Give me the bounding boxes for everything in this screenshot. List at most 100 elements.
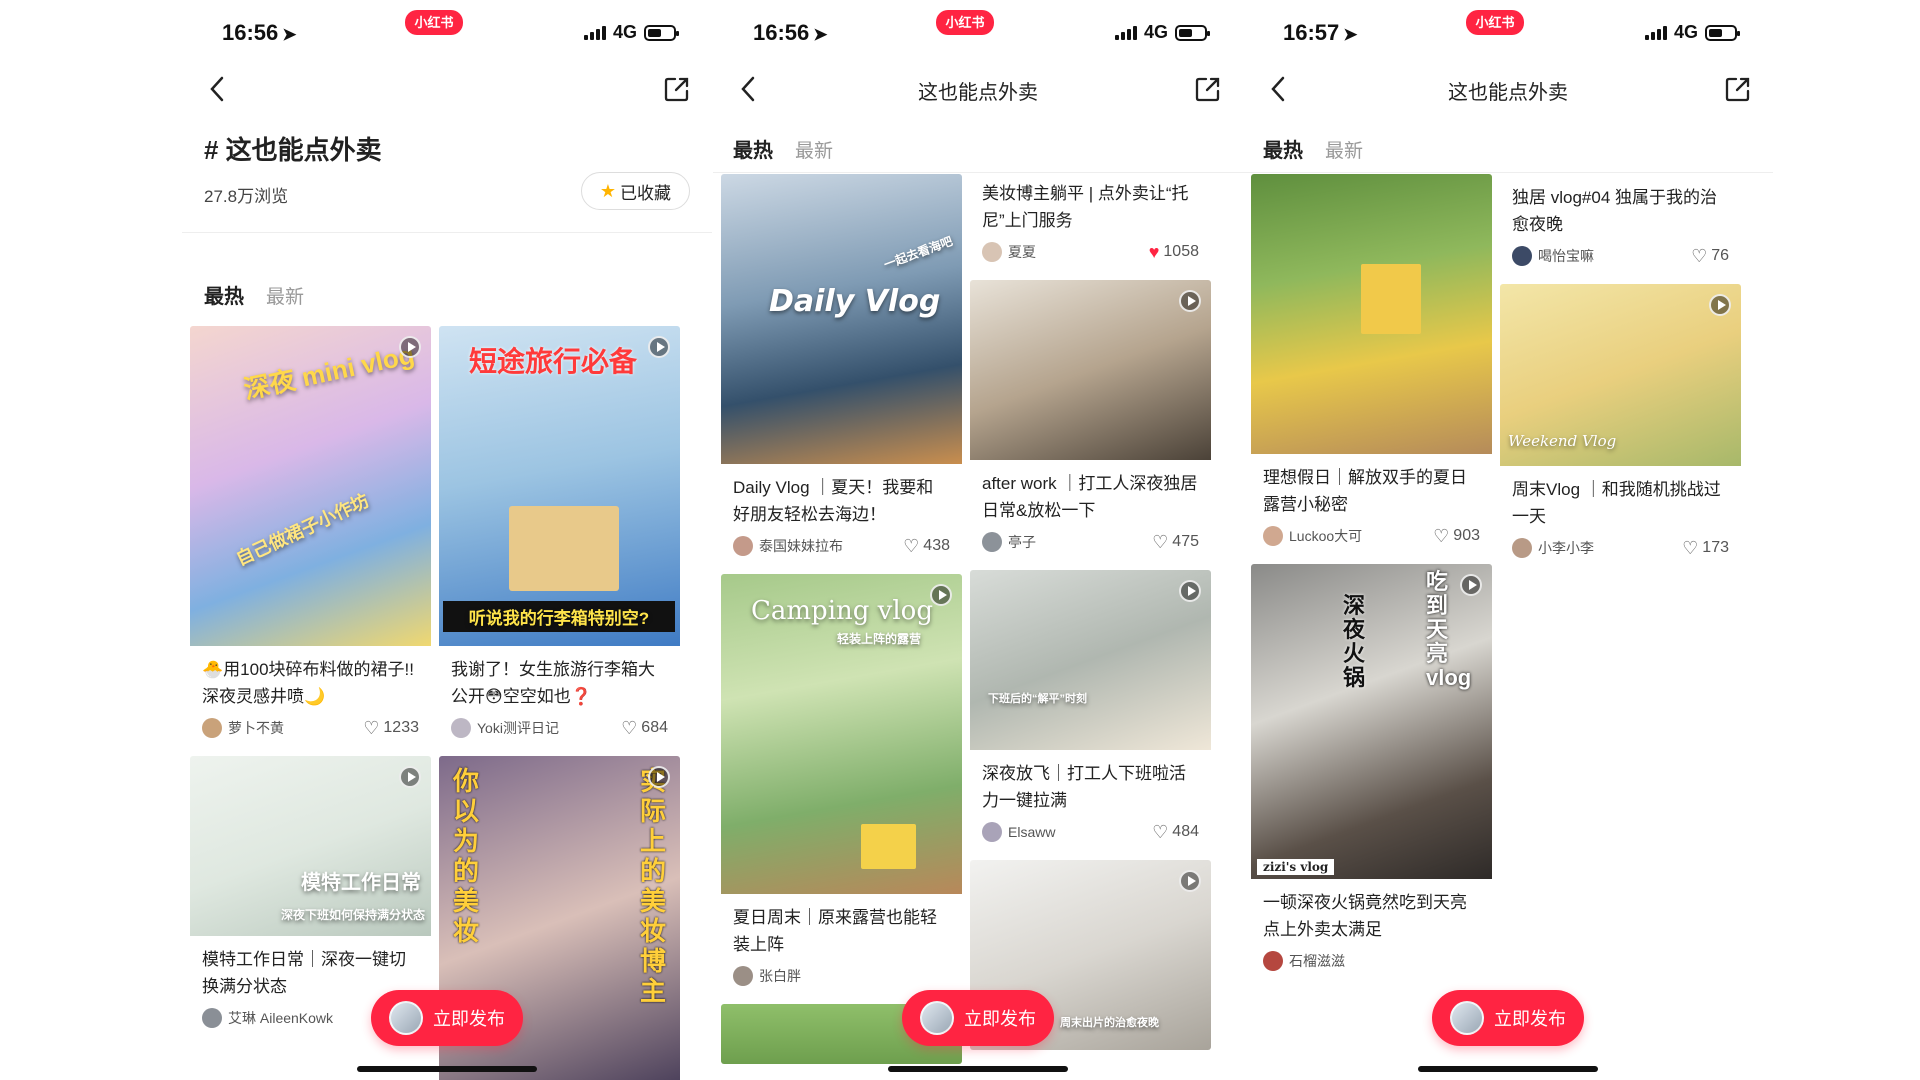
author-name: 张白胖 <box>759 968 801 984</box>
location-arrow-icon: ➤ <box>1343 25 1358 44</box>
note-cover-image: 吃到天亮vlog 深夜火锅 zizi's vlog <box>1251 564 1492 879</box>
star-icon: ★ <box>599 180 616 201</box>
note-cover-image: 下班后的“解平”时刻 <box>970 570 1211 750</box>
status-time: 16:56 ➤ <box>222 20 297 45</box>
note-card[interactable]: Daily Vlog 一起去看海吧 Daily Vlog ｜夏天！我要和好朋友轻… <box>721 174 962 566</box>
note-card[interactable]: 理想假日｜解放双手的夏日露营小秘密 Luckoo大可 ♡ 903 <box>1251 174 1492 556</box>
publish-button[interactable]: 立即发布 <box>902 990 1054 1046</box>
tab-hot[interactable]: 最热 <box>204 280 244 309</box>
paper-bag-graphic <box>861 824 916 869</box>
note-card[interactable]: 美妆博主躺平 | 点外卖让“托尼”上门服务 夏夏 ♥ 1058 <box>970 174 1211 272</box>
status-bar: 16:56 ➤ 小红书 4G <box>713 0 1243 62</box>
video-play-icon <box>1179 580 1201 602</box>
note-cover-image: 模特工作日常 深夜下班如何保持满分状态 <box>190 756 431 936</box>
back-icon[interactable] <box>204 74 232 104</box>
video-play-icon <box>1460 574 1482 596</box>
note-title: 周末Vlog ｜和我随机挑战过一天 <box>1512 480 1721 526</box>
publish-button[interactable]: 立即发布 <box>1432 990 1584 1046</box>
favorited-button[interactable]: ★ 已收藏 <box>580 172 690 210</box>
phone-screen-3: 16:57 ➤ 小红书 4G 这也能点外卖 最热 最新 理想假日｜解放双手的夏日露… <box>1243 0 1773 1080</box>
page-title: 这也能点外卖 <box>918 82 1038 104</box>
network-label: 4G <box>1143 22 1168 42</box>
cover-caption-secondary: 听说我的行李箱特别空? <box>443 601 675 632</box>
location-arrow-icon: ➤ <box>282 25 297 44</box>
like-button[interactable]: ♡ 475 <box>1152 533 1199 551</box>
like-button[interactable]: ♡ 684 <box>621 719 668 737</box>
sort-tabs: 最热 最新 <box>204 280 304 309</box>
home-indicator <box>1418 1066 1598 1072</box>
nav-bar: 这也能点外卖 <box>1243 68 1773 110</box>
tab-new[interactable]: 最新 <box>266 282 304 309</box>
author-name: 夏夏 <box>1008 244 1036 260</box>
like-count: 1233 <box>383 719 419 736</box>
battery-icon <box>1705 24 1740 41</box>
video-play-icon <box>1179 290 1201 312</box>
status-time: 16:57 ➤ <box>1283 20 1358 45</box>
note-card[interactable]: 下班后的“解平”时刻 深夜放飞｜打工人下班啦活力一键拉满 Elsaww ♡ 484 <box>970 570 1211 852</box>
author-name: 石榴滋滋 <box>1289 953 1345 969</box>
tab-new[interactable]: 最新 <box>795 136 833 163</box>
share-icon[interactable] <box>662 74 692 104</box>
heart-icon: ♡ <box>621 718 638 738</box>
note-cover-image <box>970 280 1211 460</box>
topic-title: # 这也能点外卖 <box>204 135 382 165</box>
note-card[interactable]: after work ｜打工人深夜独居日常&放松一下 亭子 ♡ 475 <box>970 280 1211 562</box>
note-card[interactable]: 深夜 mini vlog 自己做裙子小作坊 🐣用100块碎布料做的裙子!!深夜灵… <box>190 326 431 748</box>
avatar <box>1512 246 1532 266</box>
video-play-icon <box>399 766 421 788</box>
author-name: Yoki测评日记 <box>477 720 559 736</box>
note-feed: Daily Vlog 一起去看海吧 Daily Vlog ｜夏天！我要和好朋友轻… <box>721 174 1235 1080</box>
like-count: 484 <box>1172 823 1199 840</box>
like-count: 76 <box>1711 247 1729 264</box>
like-button[interactable]: ♡ 1233 <box>363 719 419 737</box>
note-title: after work ｜打工人深夜独居日常&放松一下 <box>982 474 1198 520</box>
like-button[interactable]: ♡ 438 <box>903 537 950 555</box>
note-title: 理想假日｜解放双手的夏日露营小秘密 <box>1263 468 1467 514</box>
heart-filled-icon: ♥ <box>1148 242 1160 262</box>
like-count: 173 <box>1702 539 1729 556</box>
publish-label: 立即发布 <box>1494 1009 1566 1029</box>
like-button[interactable]: ♡ 76 <box>1691 247 1729 265</box>
avatar <box>733 536 753 556</box>
video-play-icon <box>1709 294 1731 316</box>
avatar <box>920 1001 954 1035</box>
app-badge: 小红书 <box>936 10 994 35</box>
avatar <box>1512 538 1532 558</box>
like-button[interactable]: ♡ 484 <box>1152 823 1199 841</box>
like-count: 438 <box>923 537 950 554</box>
sort-tabs: 最热 最新 <box>733 134 833 163</box>
cover-caption: 周末出片的治愈夜晚 <box>1060 1017 1159 1029</box>
phone-screen-1: 16:56 ➤ 小红书 4G # 这也能点外卖 27.8万浏览 ★ 已收藏 最热 最… <box>182 0 712 1080</box>
note-title: 我谢了！女生旅游行李箱大公开😳空空如也❓ <box>451 660 655 706</box>
note-card[interactable]: Camping vlog 轻装上阵的露营 夏日周末｜原来露营也能轻装上阵 张白胖 <box>721 574 962 996</box>
avatar <box>1263 951 1283 971</box>
avatar <box>202 1008 222 1028</box>
avatar <box>451 718 471 738</box>
note-card[interactable]: 吃到天亮vlog 深夜火锅 zizi's vlog 一顿深夜火锅竟然吃到天亮 点… <box>1251 564 1492 981</box>
tab-new[interactable]: 最新 <box>1325 136 1363 163</box>
tab-hot[interactable]: 最热 <box>733 134 773 163</box>
cover-caption-secondary: 一起去看海吧 <box>881 234 955 272</box>
note-card[interactable]: 独居 vlog#04 独属于我的治愈夜晚 喝怡宝嘛 ♡ 76 <box>1500 174 1741 276</box>
author-name: 萝卜不黄 <box>228 720 284 736</box>
like-button[interactable]: ♥ 1058 <box>1149 243 1199 261</box>
note-card[interactable]: Weekend Vlog 周末Vlog ｜和我随机挑战过一天 小李小李 ♡ 173 <box>1500 284 1741 568</box>
author-name: 亭子 <box>1008 534 1036 550</box>
note-card[interactable]: 短途旅行必备 听说我的行李箱特别空? 我谢了！女生旅游行李箱大公开😳空空如也❓ … <box>439 326 680 748</box>
cover-caption-secondary: 轻装上阵的露营 <box>837 632 922 646</box>
note-feed: 理想假日｜解放双手的夏日露营小秘密 Luckoo大可 ♡ 903 吃到天亮vlog… <box>1251 174 1765 1080</box>
avatar <box>389 1001 423 1035</box>
note-cover-image: Weekend Vlog <box>1500 284 1741 466</box>
topic-views: 27.8万浏览 <box>204 187 289 206</box>
publish-label: 立即发布 <box>964 1009 1036 1029</box>
tab-hot[interactable]: 最热 <box>1263 134 1303 163</box>
share-icon[interactable] <box>1723 74 1753 104</box>
like-button[interactable]: ♡ 903 <box>1433 527 1480 545</box>
location-arrow-icon: ➤ <box>813 25 828 44</box>
publish-button[interactable]: 立即发布 <box>371 990 523 1046</box>
cover-caption: 短途旅行必备 <box>469 346 638 377</box>
like-button[interactable]: ♡ 173 <box>1682 539 1729 557</box>
paper-bag-graphic <box>509 506 619 591</box>
share-icon[interactable] <box>1193 74 1223 104</box>
note-title: 独居 vlog#04 独属于我的治愈夜晚 <box>1512 188 1717 234</box>
